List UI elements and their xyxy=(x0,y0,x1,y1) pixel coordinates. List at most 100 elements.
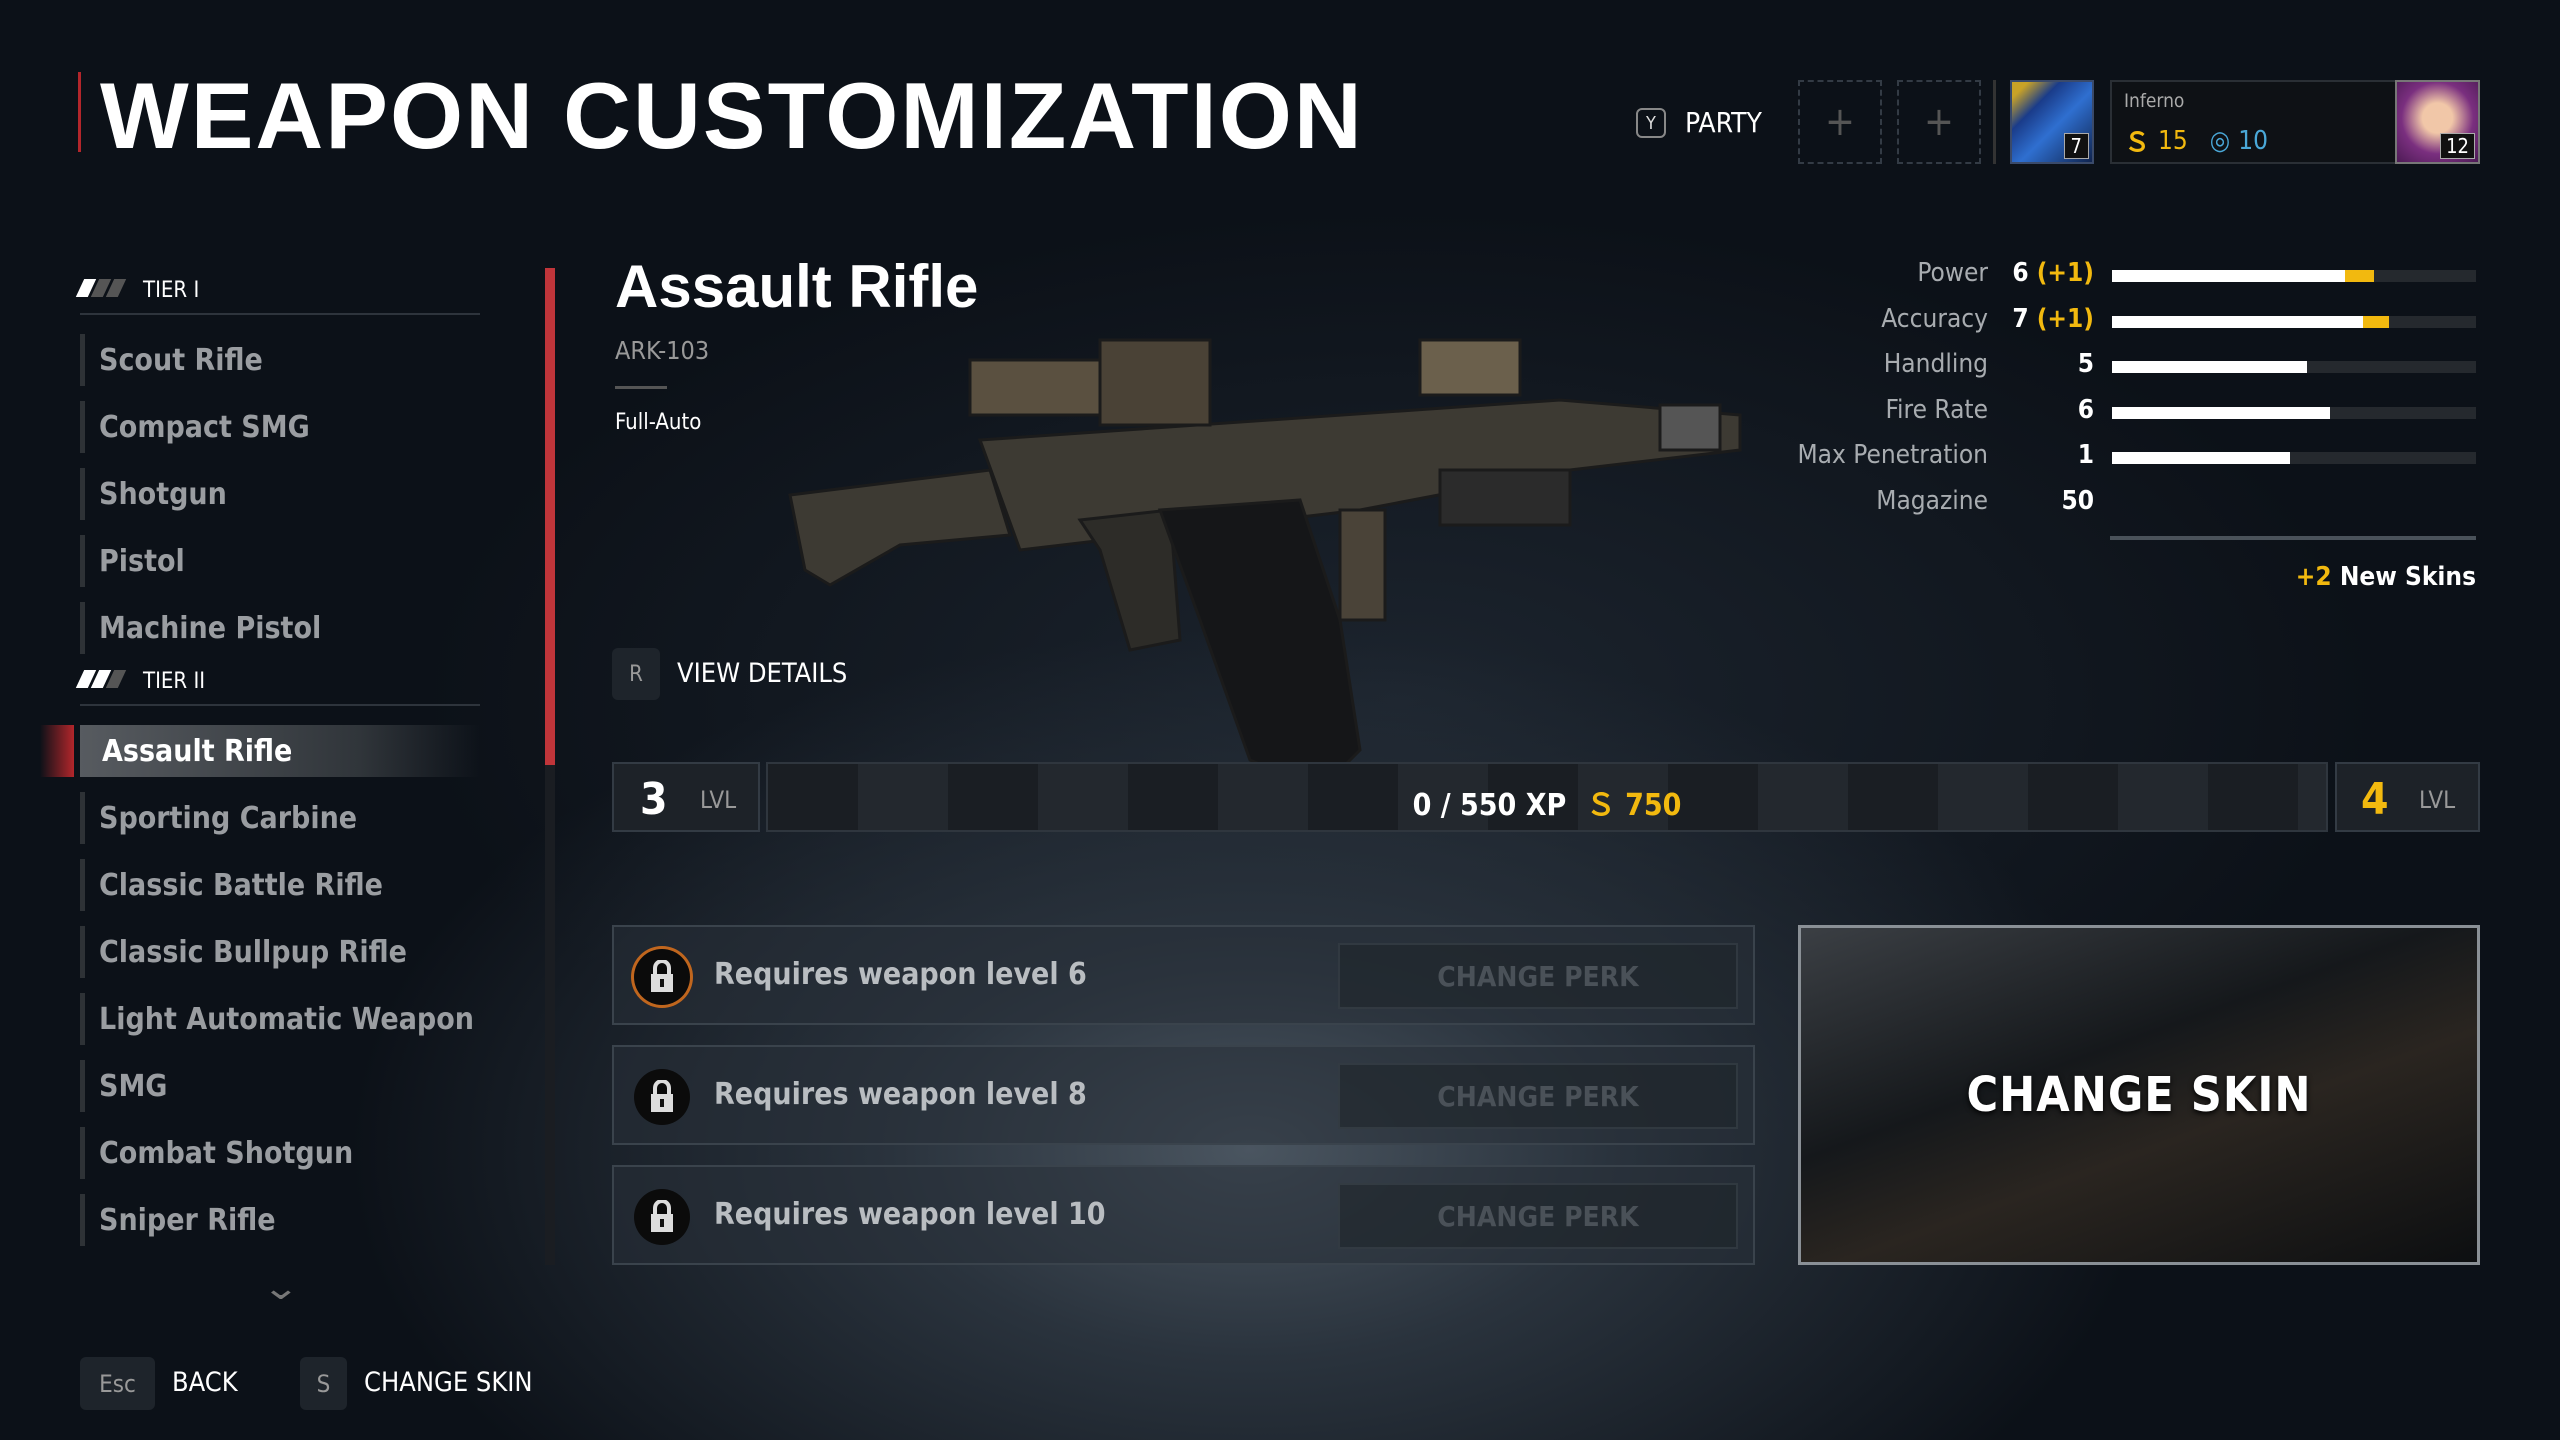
change-skin-panel[interactable]: CHANGE SKIN xyxy=(1798,925,2480,1265)
stat-value: 50 xyxy=(2010,486,2094,516)
tier-stripes-icon xyxy=(75,278,127,303)
weapon-list-item[interactable]: Machine Pistol xyxy=(80,602,480,654)
weapon-list-item[interactable]: Light Automatic Weapon xyxy=(80,993,480,1045)
perk-requirement: Requires weapon level 10 xyxy=(714,1197,1106,1232)
current-level: 3 xyxy=(640,774,668,825)
player-card[interactable]: Inferno Ｓ 15 ◎ 10 xyxy=(2110,80,2400,164)
tier-header: TIER I xyxy=(75,278,480,315)
weapon-list-item-label: Classic Bullpup Rifle xyxy=(99,934,407,970)
change-perk-button[interactable]: CHANGE PERK xyxy=(1338,1063,1738,1129)
weapon-list-item[interactable]: Sporting Carbine xyxy=(80,792,480,844)
tier-stripes-icon xyxy=(75,669,127,694)
lock-icon xyxy=(634,1189,690,1245)
stat-bar xyxy=(2112,315,2476,328)
party-slot-empty[interactable]: + xyxy=(1798,80,1882,164)
change-perk-button[interactable]: CHANGE PERK xyxy=(1338,1183,1738,1249)
xp-progress-bar: 0 / 550 XP Ｓ 750 xyxy=(766,762,2328,832)
weapon-list-item-label: Scout Rifle xyxy=(99,342,263,378)
party-key-hint: Y xyxy=(1636,108,1666,138)
stat-value: 6 (+1) xyxy=(2010,258,2094,288)
party-label[interactable]: PARTY xyxy=(1685,106,1762,139)
stat-number: 5 xyxy=(2077,349,2094,379)
party-slot-empty[interactable]: + xyxy=(1897,80,1981,164)
stat-bar xyxy=(2112,270,2476,282)
stat-value: 7 (+1) xyxy=(2010,304,2094,334)
new-skins-label[interactable]: +2 New Skins xyxy=(2296,562,2476,592)
perk-slot: Requires weapon level 8 CHANGE PERK xyxy=(612,1045,1755,1145)
gold-currency-icon: Ｓ xyxy=(2124,128,2151,158)
squad-avatar[interactable]: 7 xyxy=(2010,80,2094,164)
stat-label: Magazine xyxy=(1876,485,1988,516)
weapon-list-item-label: Machine Pistol xyxy=(99,610,322,646)
tier-header: TIER II xyxy=(75,669,480,706)
lvl-label: LVL xyxy=(700,786,737,814)
stat-bar-fill xyxy=(2112,361,2307,373)
weapon-list-item[interactable]: SMG xyxy=(80,1060,480,1112)
weapon-list-item-label: Compact SMG xyxy=(99,409,310,445)
stat-bonus-fill xyxy=(2363,315,2389,328)
stat-number: 50 xyxy=(2061,485,2094,516)
stat-bar-fill xyxy=(2112,315,2364,328)
change-skin-key-hint: S xyxy=(300,1357,347,1410)
stat-bonus-fill xyxy=(2344,270,2375,282)
fire-mode: Full-Auto xyxy=(615,410,702,435)
plus-icon: + xyxy=(1923,99,1955,145)
scrollbar-track[interactable] xyxy=(545,268,555,1265)
change-perk-button[interactable]: CHANGE PERK xyxy=(1338,943,1738,1009)
lock-icon xyxy=(634,1069,690,1125)
weapon-list-item[interactable]: Classic Battle Rifle xyxy=(80,859,480,911)
plus-icon: + xyxy=(1824,99,1856,145)
stat-value: 5 xyxy=(2010,349,2094,379)
weapon-list-item[interactable]: Assault Rifle xyxy=(80,725,480,777)
stat-number: 1 xyxy=(2077,440,2094,470)
divider xyxy=(1993,80,1996,164)
weapon-list-item[interactable]: Combat Shotgun xyxy=(80,1127,480,1179)
selected-indicator xyxy=(40,725,74,777)
next-level: 4 xyxy=(2361,774,2389,825)
stat-label: Power xyxy=(1917,258,1988,288)
next-level-box: 4 LVL xyxy=(2335,762,2480,832)
gold-currency-icon: Ｓ xyxy=(1585,788,1616,823)
weapon-list-item[interactable]: Shotgun xyxy=(80,468,480,520)
perk-requirement: Requires weapon level 8 xyxy=(714,1077,1087,1112)
perk-slot: Requires weapon level 6 CHANGE PERK xyxy=(612,925,1755,1025)
weapon-list-item[interactable]: Compact SMG xyxy=(80,401,480,453)
current-level-box: 3 LVL xyxy=(612,762,760,832)
stat-bonus: (+1) xyxy=(2036,303,2094,334)
view-details-key: R xyxy=(612,648,660,700)
stat-number: 6 xyxy=(2012,258,2029,288)
stat-label: Fire Rate xyxy=(1885,394,1988,425)
weapon-list-item[interactable]: Pistol xyxy=(80,535,480,587)
weapon-list-item-label: Combat Shotgun xyxy=(99,1135,354,1171)
weapon-list-item[interactable]: Sniper Rifle xyxy=(80,1194,480,1246)
lvl-label: LVL xyxy=(2419,786,2456,814)
lock-icon xyxy=(634,949,690,1005)
chevron-down-icon[interactable]: ⌄ xyxy=(262,1268,300,1308)
weapon-list-item-label: Light Automatic Weapon xyxy=(99,1001,475,1037)
stat-number: 6 xyxy=(2077,394,2094,425)
gold-currency-value: 15 xyxy=(2158,125,2188,156)
divider xyxy=(2110,536,2476,540)
stat-label: Max Penetration xyxy=(1797,440,1989,470)
new-skins-count: +2 xyxy=(2295,562,2332,592)
blue-currency-icon: ◎ xyxy=(2209,125,2231,156)
weapon-list-item[interactable]: Classic Bullpup Rifle xyxy=(80,926,480,978)
stat-value: 1 xyxy=(2010,440,2094,470)
change-skin-button[interactable]: CHANGE SKIN xyxy=(364,1367,533,1398)
perk-slot: Requires weapon level 10 CHANGE PERK xyxy=(612,1165,1755,1265)
divider xyxy=(615,386,667,389)
tier-label: TIER II xyxy=(143,669,206,694)
weapon-list-item-label: Assault Rifle xyxy=(102,733,293,769)
weapon-list-item[interactable]: Scout Rifle xyxy=(80,334,480,386)
player-avatar[interactable]: 12 xyxy=(2395,80,2480,164)
weapon-list-item-label: Classic Battle Rifle xyxy=(99,867,383,903)
back-button[interactable]: BACK xyxy=(172,1367,238,1398)
scrollbar-thumb[interactable] xyxy=(545,268,555,765)
stat-number: 7 xyxy=(2012,303,2029,334)
new-skins-text: New Skins xyxy=(2339,562,2476,592)
stat-bar-fill xyxy=(2112,452,2291,464)
stat-bar xyxy=(2112,361,2476,373)
stat-bar-fill xyxy=(2112,406,2331,419)
blue-currency-value: 10 xyxy=(2238,125,2268,156)
stat-bar-fill xyxy=(2112,270,2345,282)
